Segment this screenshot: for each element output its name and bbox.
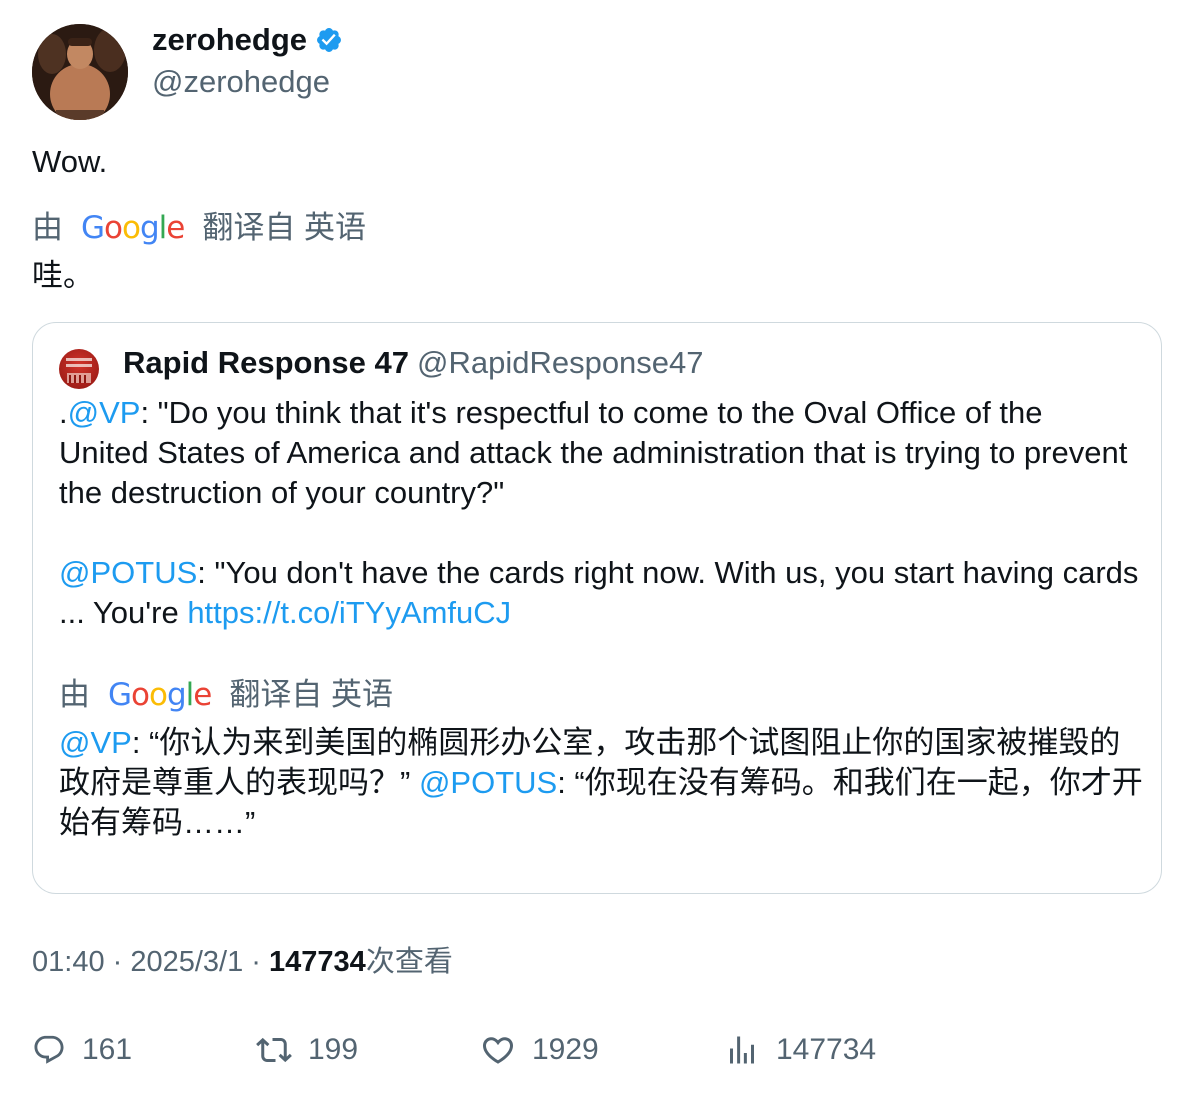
q-translate-suffix: 翻译自 英语 — [229, 677, 393, 712]
quoted-author-name[interactable]: Rapid Response 47 @RapidResponse47 — [123, 343, 704, 383]
repost-count: 199 — [308, 1033, 359, 1066]
avatar-image — [32, 24, 128, 120]
meta-separator: · — [243, 946, 270, 978]
tr-mention-vp[interactable]: @VP — [59, 725, 132, 760]
quoted-paragraph-1: .@VP: "Do you think that it's respectful… — [59, 393, 1139, 513]
reply-count: 161 — [82, 1033, 133, 1066]
repost-icon — [256, 1037, 292, 1063]
quoted-tweet-text: .@VP: "Do you think that it's respectful… — [59, 393, 1139, 633]
google-logo: Google — [81, 210, 185, 246]
translate-prefix: 由 — [32, 210, 63, 245]
tr-mention-potus[interactable]: @POTUS — [419, 765, 557, 800]
mention-vp[interactable]: @VP — [68, 395, 141, 430]
tweet-link[interactable]: https://t.co/iTYyAmfuCJ — [187, 595, 511, 630]
quoted-tweet-card[interactable]: Rapid Response 47 @RapidResponse47 .@VP: … — [32, 322, 1162, 894]
translate-suffix: 翻译自 英语 — [202, 210, 366, 245]
views-count: 147734 — [776, 1033, 877, 1066]
tweet-date[interactable]: 2025/3/1 — [130, 946, 243, 978]
mention-potus[interactable]: @POTUS — [59, 555, 197, 590]
view-count: 147734 — [269, 946, 366, 978]
author-avatar[interactable] — [32, 24, 128, 120]
views-button[interactable]: 147734 — [724, 1028, 876, 1072]
author-display-name[interactable]: zerohedge — [152, 20, 343, 64]
verified-badge-icon — [315, 24, 343, 64]
like-button[interactable]: 1929 — [480, 1028, 599, 1072]
view-count-label: 次查看 — [365, 946, 453, 978]
translated-tweet-text: 哇。 — [32, 258, 94, 293]
quoted-author-avatar — [59, 349, 99, 389]
tweet-text: Wow. — [32, 144, 108, 179]
quoted-paragraph-2: @POTUS: "You don't have the cards right … — [59, 553, 1139, 633]
tweet-time[interactable]: 01:40 — [32, 946, 105, 978]
translation-attribution: 由 Google 翻译自 英语 — [32, 206, 366, 250]
repost-button[interactable]: 199 — [256, 1028, 358, 1072]
quoted-handle[interactable]: @RapidResponse47 — [417, 345, 704, 380]
p1-prefix: . — [59, 395, 68, 430]
quoted-translation-attribution: 由 Google 翻译自 英语 — [59, 673, 393, 717]
views-icon — [730, 1036, 754, 1064]
like-icon — [482, 1037, 514, 1064]
quoted-translated-text: @VP: “你认为来到美国的椭圆形办公室，攻击那个试图阻止你的国家被摧毁的政府是… — [59, 723, 1149, 843]
q-translate-prefix: 由 — [59, 677, 90, 712]
google-logo: Google — [108, 677, 212, 713]
p1-text: : "Do you think that it's respectful to … — [59, 395, 1128, 510]
author-handle[interactable]: @zerohedge — [152, 62, 330, 102]
meta-separator: · — [104, 946, 131, 978]
quoted-display-name[interactable]: Rapid Response 47 — [123, 345, 409, 380]
reply-button[interactable]: 161 — [32, 1028, 132, 1072]
like-count: 1929 — [532, 1033, 599, 1066]
display-name-text[interactable]: zerohedge — [152, 22, 307, 57]
reply-icon — [34, 1035, 64, 1064]
tweet-meta: 01:40 · 2025/3/1 · 147734次查看 — [32, 940, 453, 984]
